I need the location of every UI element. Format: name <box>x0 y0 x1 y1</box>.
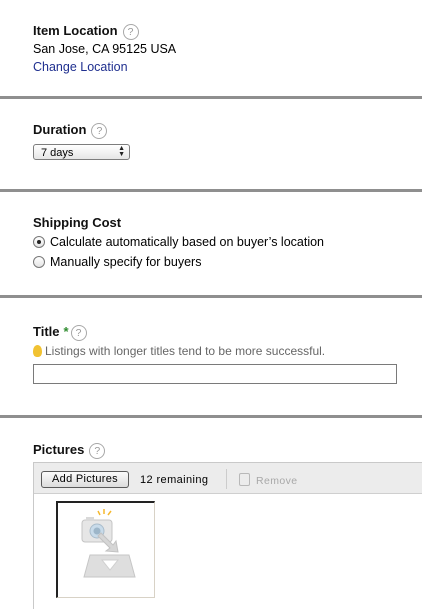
pictures-toolbar: Add Pictures 12 remaining Remove <box>34 463 422 494</box>
help-icon[interactable]: ? <box>122 23 139 40</box>
shipping-cost-heading: Shipping Cost <box>33 215 122 230</box>
title-heading-text: Title <box>33 324 60 339</box>
radio-label-manual[interactable]: Manually specify for buyers <box>50 255 201 269</box>
item-location-heading-text: Item Location <box>33 23 118 38</box>
duration-heading: Duration? <box>33 122 108 139</box>
radio-manually-specify[interactable] <box>33 256 45 268</box>
pictures-panel: Add Pictures 12 remaining Remove <box>33 462 422 610</box>
help-icon[interactable]: ? <box>70 324 87 341</box>
section-divider <box>0 415 422 418</box>
duration-heading-text: Duration <box>33 122 87 137</box>
section-divider <box>0 96 422 99</box>
add-pictures-button[interactable]: Add Pictures <box>41 471 129 488</box>
picture-slot[interactable] <box>56 501 155 598</box>
title-tip: Listings with longer titles tend to be m… <box>33 344 325 358</box>
toolbar-separator <box>226 469 227 489</box>
camera-placeholder-icon <box>81 509 136 578</box>
required-star: * <box>63 324 69 339</box>
pictures-heading-text: Pictures <box>33 442 85 457</box>
lightbulb-icon <box>33 345 42 357</box>
item-location-heading: Item Location? <box>33 23 139 40</box>
radio-label-calculate[interactable]: Calculate automatically based on buyer’s… <box>50 235 324 249</box>
title-heading: Title *? <box>33 324 87 341</box>
change-location-link[interactable]: Change Location <box>33 60 128 74</box>
title-tip-text: Listings with longer titles tend to be m… <box>45 344 326 358</box>
remove-label: Remove <box>256 475 298 487</box>
duration-select[interactable]: 7 days ▲ ▼ <box>33 144 130 160</box>
remove-icon <box>239 473 250 486</box>
duration-select-value: 7 days <box>41 147 74 159</box>
section-divider <box>0 295 422 298</box>
help-icon[interactable]: ? <box>91 122 108 139</box>
pictures-heading: Pictures? <box>33 442 106 459</box>
item-location-value: San Jose, CA 95125 USA <box>33 42 177 56</box>
radio-calculate-automatically[interactable] <box>33 236 45 248</box>
help-icon[interactable]: ? <box>89 442 106 459</box>
pictures-drop-area[interactable] <box>34 494 422 610</box>
chevron-updown-icon: ▲ ▼ <box>118 145 125 158</box>
remove-button[interactable]: Remove <box>239 473 298 487</box>
section-divider <box>0 189 422 192</box>
title-input[interactable] <box>33 364 397 384</box>
pictures-remaining-count: 12 remaining <box>140 474 209 486</box>
